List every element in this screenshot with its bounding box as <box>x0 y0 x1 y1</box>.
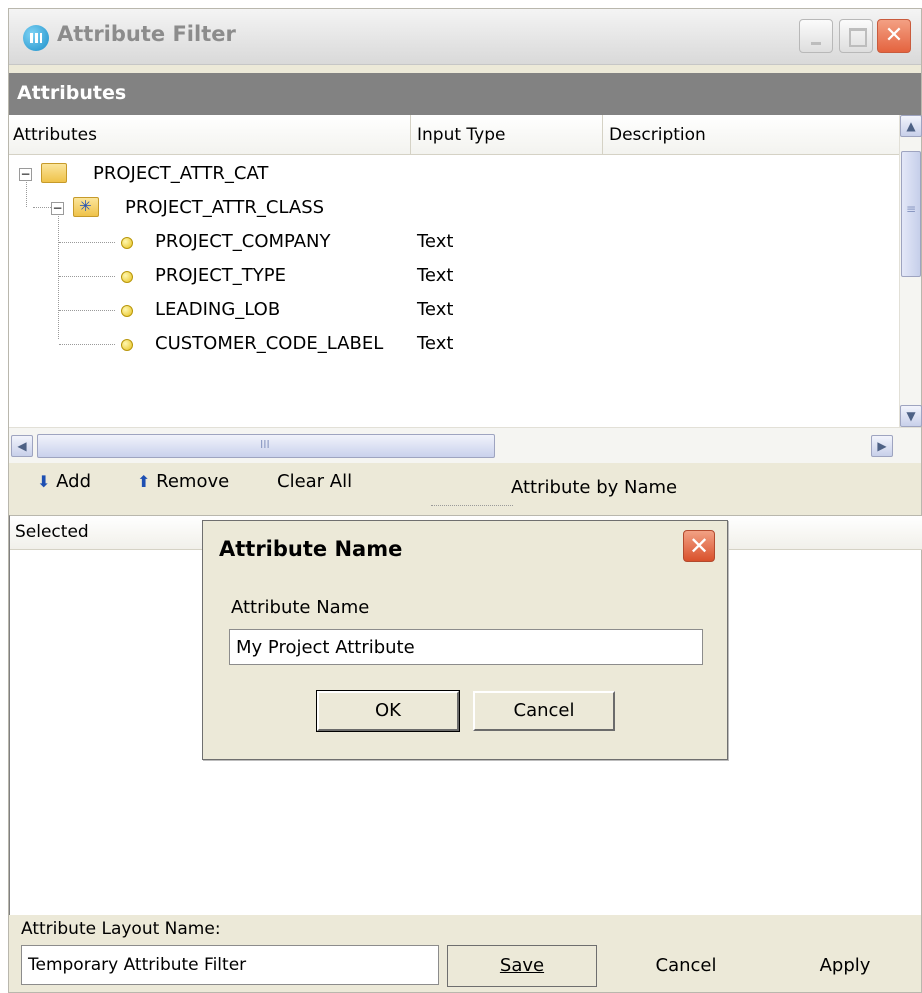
collapse-icon[interactable]: − <box>51 202 64 215</box>
scroll-up-icon[interactable]: ▲ <box>900 115 922 137</box>
column-header-description[interactable]: Description <box>603 115 899 155</box>
scroll-left-icon[interactable]: ◀ <box>11 435 33 457</box>
tree-node-attribute[interactable]: LEADING_LOB Text <box>9 295 889 329</box>
attribute-label: LEADING_LOB <box>155 299 281 320</box>
vertical-scrollbar[interactable]: ▲ ▼ <box>899 115 922 427</box>
horizontal-scroll-thumb[interactable] <box>37 434 495 458</box>
tree-node-class[interactable]: − PROJECT_ATTR_CLASS <box>9 193 889 227</box>
attribute-label: PROJECT_TYPE <box>155 265 286 286</box>
folder-open-icon <box>41 163 67 183</box>
apply-button[interactable]: Apply <box>769 945 921 987</box>
dialog-title: Attribute Name <box>219 537 403 561</box>
title-bar[interactable]: Attribute Filter ✕ <box>9 9 921 65</box>
close-icon: ✕ <box>688 532 710 560</box>
tree-node-label: PROJECT_ATTR_CAT <box>93 163 269 184</box>
cancel-button[interactable]: Cancel <box>611 945 761 987</box>
dialog-close-button[interactable]: ✕ <box>683 530 715 562</box>
attribute-icon <box>121 339 133 351</box>
attribute-label: PROJECT_COMPANY <box>155 231 331 252</box>
tree-node-label: PROJECT_ATTR_CLASS <box>125 197 325 218</box>
close-button[interactable]: ✕ <box>877 19 911 53</box>
layout-name-input[interactable]: Temporary Attribute Filter <box>21 945 439 985</box>
save-button[interactable]: Save <box>447 945 597 987</box>
attribute-filter-window: Attribute Filter ✕ Attributes Attributes… <box>8 8 922 993</box>
dialog-field-label: Attribute Name <box>231 597 370 618</box>
horizontal-scrollbar[interactable]: ◀ ▶ <box>9 427 921 463</box>
add-button[interactable]: ⬇ Add <box>37 471 91 492</box>
collapse-icon[interactable]: − <box>19 168 32 181</box>
column-header-attributes[interactable]: Attributes <box>9 115 411 155</box>
attribute-icon <box>121 305 133 317</box>
maximize-button[interactable] <box>839 19 873 53</box>
attributes-tree-panel: Attributes Input Type Description − PROJ… <box>9 115 922 463</box>
close-icon: ✕ <box>884 23 904 48</box>
add-label: Add <box>56 471 91 492</box>
selection-toolbar: ⬇ Add ⬆ Remove Clear All Attribute by Na… <box>9 465 921 505</box>
column-header-input-type[interactable]: Input Type <box>411 115 603 155</box>
window-title: Attribute Filter <box>57 22 236 46</box>
attribute-icon <box>121 237 133 249</box>
attribute-icon <box>121 271 133 283</box>
attribute-input-type: Text <box>417 231 454 252</box>
remove-button[interactable]: ⬆ Remove <box>137 471 229 492</box>
vertical-scroll-thumb[interactable] <box>901 151 921 277</box>
tree-node-attribute[interactable]: PROJECT_COMPANY Text <box>9 227 889 261</box>
arrow-down-icon: ⬇ <box>37 472 51 491</box>
attribute-input-type: Text <box>417 265 454 286</box>
panel-splitter[interactable] <box>431 505 513 511</box>
tree-node-attribute[interactable]: CUSTOMER_CODE_LABEL Text <box>9 329 889 363</box>
tree-node-attribute[interactable]: PROJECT_TYPE Text <box>9 261 889 295</box>
attribute-name-dialog: Attribute Name ✕ Attribute Name My Proje… <box>202 520 728 760</box>
app-chart-icon <box>23 25 49 51</box>
dialog-cancel-button[interactable]: Cancel <box>473 691 615 731</box>
arrow-up-icon: ⬆ <box>137 472 151 491</box>
tree-node-category[interactable]: − PROJECT_ATTR_CAT <box>9 159 889 193</box>
attribute-class-icon <box>73 197 99 217</box>
attribute-name-input[interactable]: My Project Attribute <box>229 629 703 665</box>
remove-label: Remove <box>156 471 230 492</box>
clear-all-button[interactable]: Clear All <box>277 471 352 492</box>
ok-button[interactable]: OK <box>316 690 460 732</box>
attribute-label: CUSTOMER_CODE_LABEL <box>155 333 384 354</box>
scroll-down-icon[interactable]: ▼ <box>900 405 922 427</box>
layout-name-label: Attribute Layout Name: <box>21 919 221 939</box>
scroll-right-icon[interactable]: ▶ <box>871 435 893 457</box>
minimize-button[interactable] <box>799 19 833 53</box>
save-label: Save <box>499 955 545 976</box>
attribute-by-name-button[interactable]: Attribute by Name <box>511 477 677 498</box>
attribute-input-type: Text <box>417 299 454 320</box>
attribute-input-type: Text <box>417 333 454 354</box>
attributes-section-header: Attributes <box>9 73 921 115</box>
